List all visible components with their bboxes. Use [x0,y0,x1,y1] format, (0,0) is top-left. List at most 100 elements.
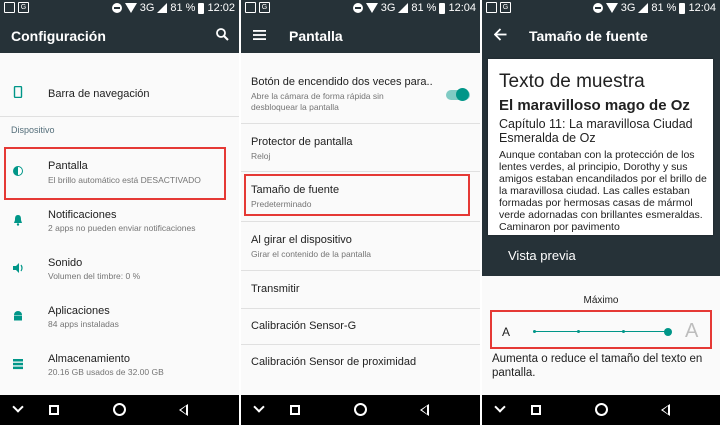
back-icon[interactable] [420,404,429,416]
dnd-icon [111,3,122,13]
signal-icon [398,3,409,13]
preview-book-title: El maravilloso mago de Oz [499,97,690,114]
preview-bar: Vista previa [482,237,720,276]
image-notification-icon [4,2,15,13]
settings-item-storage[interactable]: Almacenamiento 20.16 GB usados de 32.00 … [0,344,239,384]
status-bar: G 3G 81 % 12:04 [241,0,480,17]
item-title: Transmitir [251,283,300,295]
battery-percent: 81 % [651,2,677,14]
image-notification-icon [245,2,256,13]
signal-icon [157,3,168,13]
divider [241,308,480,309]
item-subtitle: 2 apps no pueden enviar notificaciones [48,223,196,233]
item-title: Aplicaciones [48,305,110,317]
setting-screensaver[interactable]: Protector de pantalla Reloj [241,126,480,170]
back-icon[interactable] [661,404,670,416]
slider-value-label: Máximo [583,295,619,306]
item-title: Almacenamiento [48,353,130,365]
page-title: Pantalla [289,28,343,44]
divider [241,171,480,172]
preview-body: Aunque contaban con la protección de los… [499,149,707,233]
dnd-icon [592,3,603,13]
battery-icon [198,2,205,14]
preview-heading: Texto de muestra [499,71,645,92]
item-subtitle: Girar el contenido de la pantalla [251,249,372,259]
slider-thumb[interactable] [664,327,672,336]
settings-item-navigation-bar[interactable]: Barra de navegación [0,76,239,112]
font-size-description: Aumenta o reduce el tamaño del texto en … [492,353,703,379]
home-icon[interactable] [595,403,608,416]
recents-icon[interactable] [531,405,541,415]
large-a-label: A [685,320,699,342]
home-icon[interactable] [113,403,126,416]
font-size-screen: G 3G 81 % 12:04 Tamaño de fuente Texto d… [482,0,720,425]
highlight-box [490,310,712,349]
app-notification-icon: G [500,2,511,13]
image-notification-icon [486,2,497,13]
divider [241,270,480,271]
network-type: 3G [139,2,155,14]
settings-screen: G 3G 81 % 12:02 Configuración Barra de n… [0,0,239,425]
dnd-icon [352,3,363,13]
battery-icon [439,2,446,14]
chevron-down-icon[interactable] [494,401,506,413]
home-icon[interactable] [354,403,367,416]
setting-g-sensor-calibration[interactable]: Calibración Sensor-G [241,310,480,344]
page-title: Tamaño de fuente [529,28,648,44]
nav-bar [482,395,720,425]
recents-icon[interactable] [290,405,300,415]
settings-item-apps[interactable]: Aplicaciones 84 apps instaladas [0,296,239,336]
back-arrow-icon[interactable] [494,28,507,41]
setting-rotation[interactable]: Al girar el dispositivo Girar el conteni… [241,225,480,269]
app-notification-icon: G [259,2,270,13]
highlight-box [244,174,470,216]
recents-icon[interactable] [49,405,59,415]
item-subtitle: Volumen del timbre: 0 % [48,271,141,281]
divider [241,344,480,345]
clock: 12:04 [688,2,716,14]
settings-item-notifications[interactable]: Notificaciones 2 apps no pueden enviar n… [0,200,239,240]
app-bar: Configuración [0,17,239,53]
network-type: 3G [620,2,636,14]
search-icon[interactable] [216,28,229,41]
back-icon[interactable] [179,404,188,416]
setting-double-tap-power[interactable]: Botón de encendido dos veces para.. Abre… [241,70,480,122]
status-bar: G 3G 81 % 12:02 [0,0,239,17]
slider-tick [621,330,625,333]
wifi-icon [124,3,137,13]
preview-label: Vista previa [508,248,576,263]
battery-icon [679,2,686,14]
app-bar: Tamaño de fuente [482,17,720,53]
nav-bar [0,395,239,425]
preview-chapter: Capítulo 11: La maravillosa Ciudad Esmer… [499,117,693,145]
volume-icon [13,263,23,273]
toggle-thumb[interactable] [456,88,469,101]
settings-item-sound[interactable]: Sonido Volumen del timbre: 0 % [0,248,239,288]
status-bar: G 3G 81 % 12:04 [482,0,720,17]
signal-icon [638,3,649,13]
battery-percent: 81 % [170,2,196,14]
clock: 12:04 [448,2,476,14]
item-title: Protector de pantalla [251,136,353,148]
item-title: Barra de navegación [48,88,150,100]
clock: 12:02 [207,2,235,14]
display-screen: G 3G 81 % 12:04 Pantalla Botón de encend… [241,0,480,425]
item-subtitle: 20.16 GB usados de 32.00 GB [48,367,164,377]
section-header: Dispositivo [11,125,55,135]
menu-icon[interactable] [253,29,266,41]
divider [241,221,480,222]
android-icon [14,311,22,321]
item-subtitle: Reloj [251,151,271,161]
battery-percent: 81 % [411,2,437,14]
divider [241,123,480,124]
chevron-down-icon[interactable] [12,401,24,413]
setting-proximity-calibration[interactable]: Calibración Sensor de proximidad [241,346,480,380]
wifi-icon [365,3,378,13]
setting-cast[interactable]: Transmitir [241,272,480,308]
item-title: Botón de encendido dos veces para.. [251,76,433,88]
storage-icon [13,359,23,370]
chevron-down-icon[interactable] [253,401,265,413]
item-title: Al girar el dispositivo [251,234,352,246]
preview-card: Texto de muestra El maravilloso mago de … [488,59,713,235]
font-size-slider[interactable] [534,331,668,332]
